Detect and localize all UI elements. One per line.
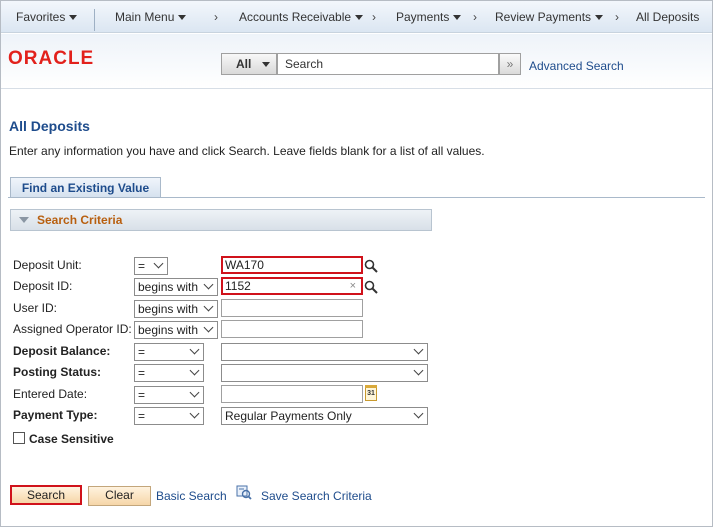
- user-id-input[interactable]: [221, 299, 363, 317]
- calendar-icon[interactable]: 31: [365, 385, 377, 401]
- chevron-down-icon: [262, 62, 270, 67]
- deposit-unit-operator[interactable]: =: [134, 257, 168, 275]
- payment-type-select[interactable]: Regular Payments Only: [221, 407, 428, 425]
- operator-value: =: [138, 345, 146, 359]
- operator-value: =: [138, 366, 146, 380]
- case-sensitive-label: Case Sensitive: [29, 432, 114, 446]
- breadcrumb-label: All Deposits: [636, 10, 700, 24]
- clear-button[interactable]: Clear: [88, 486, 151, 506]
- save-search-criteria-link[interactable]: Save Search Criteria: [261, 489, 372, 503]
- search-criteria-header[interactable]: Search Criteria: [10, 209, 432, 231]
- deposit-id-input[interactable]: 1152 ×: [221, 277, 363, 295]
- chevron-down-icon: [69, 15, 78, 21]
- deposit-unit-input[interactable]: WA170: [221, 256, 363, 274]
- chevron-down-icon: [189, 387, 200, 398]
- chevron-down-icon: [413, 365, 424, 376]
- breadcrumb-separator-icon: ›: [615, 10, 619, 24]
- chevron-down-icon: [355, 15, 364, 21]
- breadcrumb-all-deposits[interactable]: All Deposits: [636, 1, 699, 33]
- deposit-id-label: Deposit ID:: [13, 279, 73, 293]
- select-value: Regular Payments Only: [225, 409, 352, 423]
- posting-status-select[interactable]: [221, 364, 428, 382]
- breadcrumb-separator-icon: ›: [473, 10, 477, 24]
- breadcrumb-payments[interactable]: Payments: [396, 1, 462, 33]
- breadcrumb-review-payments[interactable]: Review Payments: [495, 1, 604, 33]
- entered-date-input[interactable]: [221, 385, 363, 403]
- chevron-down-icon: [203, 322, 214, 333]
- breadcrumb-label: Accounts Receivable: [239, 10, 352, 24]
- breadcrumb-label: Payments: [396, 10, 450, 24]
- operator-value: =: [138, 259, 146, 273]
- chevron-down-icon: [153, 258, 164, 269]
- favorites-menu[interactable]: Favorites: [16, 1, 78, 33]
- payment-type-operator[interactable]: =: [134, 407, 204, 425]
- breadcrumb-separator-icon: ›: [372, 10, 376, 24]
- nav-bar: Favorites Main Menu › Accounts Receivabl…: [1, 1, 712, 33]
- assigned-operator-id-input[interactable]: [221, 320, 363, 338]
- lookup-magnifier-icon[interactable]: [364, 259, 378, 273]
- search-criteria-label: Search Criteria: [37, 213, 123, 227]
- posting-status-operator[interactable]: =: [134, 364, 204, 382]
- deposit-id-operator[interactable]: begins with: [134, 278, 218, 296]
- chevron-down-icon: [189, 408, 200, 419]
- chevron-down-icon: [178, 15, 187, 21]
- entered-date-label: Entered Date:: [13, 387, 88, 401]
- basic-search-link[interactable]: Basic Search: [156, 489, 227, 503]
- user-id-operator[interactable]: begins with: [134, 300, 218, 318]
- chevron-down-icon: [189, 344, 200, 355]
- deposit-unit-label: Deposit Unit:: [13, 258, 82, 272]
- clear-field-icon[interactable]: ×: [350, 279, 356, 293]
- chevron-down-icon: [413, 344, 424, 355]
- main-menu-label: Main Menu: [115, 10, 175, 24]
- nav-divider: [94, 9, 95, 31]
- entered-date-operator[interactable]: =: [134, 386, 204, 404]
- case-sensitive-checkbox[interactable]: [13, 432, 25, 444]
- posting-status-label: Posting Status:: [13, 365, 102, 379]
- breadcrumb-accounts-receivable[interactable]: Accounts Receivable: [239, 1, 364, 33]
- operator-value: begins with: [138, 302, 199, 316]
- collapse-triangle-icon: [19, 217, 29, 223]
- operator-value: begins with: [138, 323, 199, 337]
- operator-value: begins with: [138, 280, 199, 294]
- main-menu[interactable]: Main Menu: [115, 1, 187, 33]
- chevron-down-icon: [413, 408, 424, 419]
- deposit-id-value: 1152: [225, 279, 251, 293]
- breadcrumb-label: Review Payments: [495, 10, 592, 24]
- advanced-search-link[interactable]: Advanced Search: [529, 59, 624, 73]
- oracle-logo: ORACLE: [8, 48, 95, 69]
- search-scope-label: All: [236, 57, 252, 71]
- search-scope-dropdown[interactable]: All: [221, 53, 277, 75]
- chevron-down-icon: [453, 15, 462, 21]
- search-go-button[interactable]: »: [499, 53, 521, 75]
- payment-type-label: Payment Type:: [13, 408, 98, 422]
- global-search-input[interactable]: Search: [277, 53, 499, 75]
- page-instructions: Enter any information you have and click…: [9, 144, 485, 158]
- deposit-balance-select[interactable]: [221, 343, 428, 361]
- user-id-label: User ID:: [13, 301, 58, 315]
- tab-divider: [8, 197, 705, 198]
- operator-value: =: [138, 388, 146, 402]
- deposit-balance-label: Deposit Balance:: [13, 344, 111, 358]
- assigned-operator-id-operator[interactable]: begins with: [134, 321, 218, 339]
- chevron-down-icon: [595, 15, 604, 21]
- tab-find-existing-value[interactable]: Find an Existing Value: [10, 177, 161, 198]
- deposit-balance-operator[interactable]: =: [134, 343, 204, 361]
- lookup-magnifier-icon[interactable]: [364, 280, 378, 294]
- chevron-down-icon: [203, 301, 214, 312]
- search-button[interactable]: Search: [10, 485, 82, 505]
- breadcrumb-separator-icon: ›: [214, 10, 218, 24]
- chevron-down-icon: [189, 365, 200, 376]
- chevron-down-icon: [203, 279, 214, 290]
- save-search-icon[interactable]: [236, 484, 252, 500]
- page-title: All Deposits: [9, 118, 90, 134]
- double-chevron-right-icon: »: [506, 57, 514, 71]
- favorites-label: Favorites: [16, 10, 66, 24]
- assigned-operator-id-label: Assigned Operator ID:: [13, 322, 132, 336]
- operator-value: =: [138, 409, 146, 423]
